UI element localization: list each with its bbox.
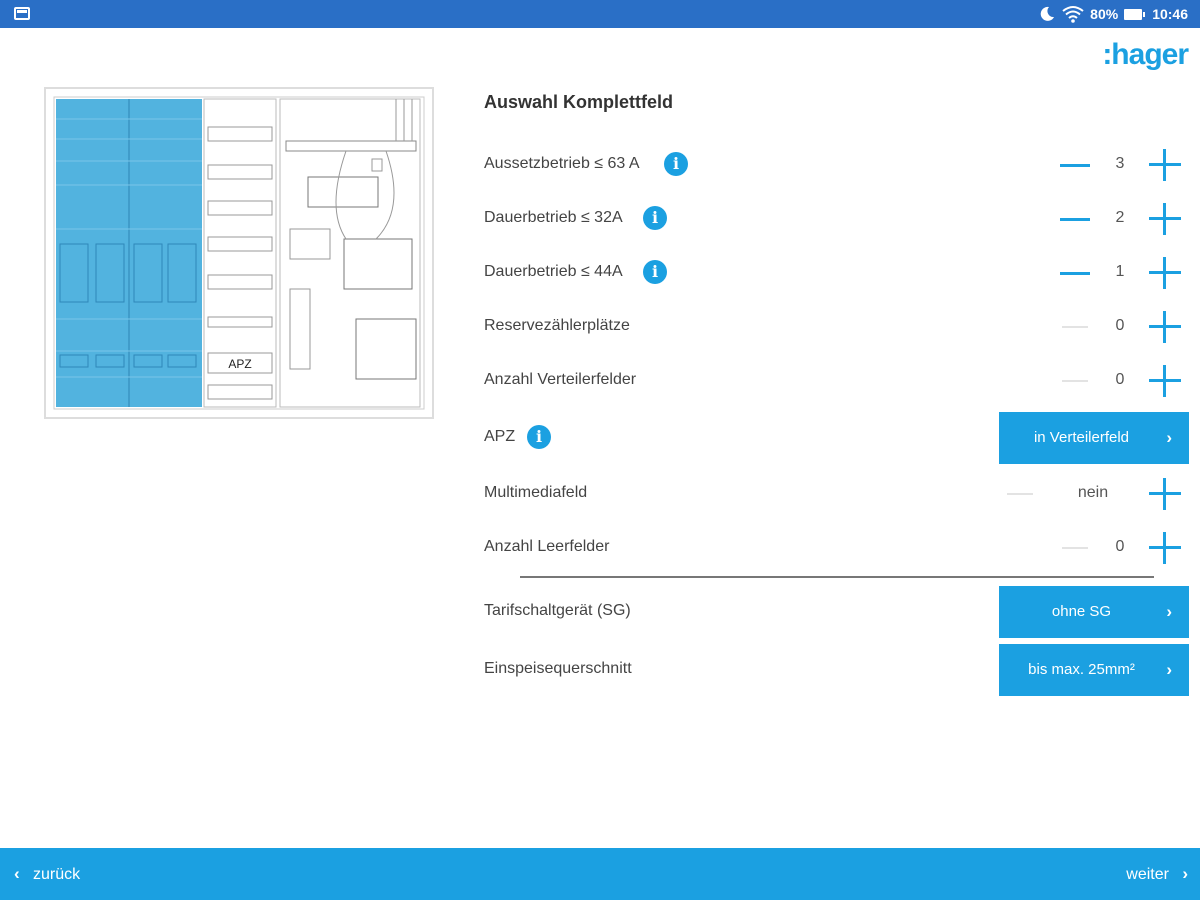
option-label: Einspeisequerschnitt <box>484 660 632 677</box>
apz-label: APZ <box>228 357 251 371</box>
option-label: Anzahl Leerfelder <box>484 538 610 555</box>
decrement-button[interactable] <box>1062 547 1088 549</box>
decrement-button[interactable] <box>1062 380 1088 382</box>
info-icon[interactable]: i <box>664 152 688 176</box>
option-einspeisequerschnitt: Einspeisequerschnitt bis max. 25mm² › <box>484 644 1189 696</box>
option-label: Dauerbetrieb ≤ 44A <box>484 263 623 280</box>
option-value: 0 <box>1115 538 1125 555</box>
option-label: Tarifschaltgerät (SG) <box>484 602 631 619</box>
chevron-right-icon: › <box>1166 660 1172 679</box>
select-value: bis max. 25mm² <box>1028 661 1135 678</box>
moon-icon <box>1040 6 1055 21</box>
einspeisequerschnitt-select-button[interactable]: bis max. 25mm² › <box>999 644 1189 696</box>
option-label: Aussetzbetrieb ≤ 63 A <box>484 155 640 172</box>
section-divider <box>520 576 1154 578</box>
cabinet-diagram-drawing: APZ <box>53 96 425 410</box>
option-label: Dauerbetrieb ≤ 32A <box>484 209 623 226</box>
increment-button[interactable] <box>1149 149 1181 181</box>
option-label: Reservezählerplätze <box>484 317 630 334</box>
app-icon <box>14 7 30 20</box>
select-value: ohne SG <box>1051 603 1112 620</box>
option-reservezaehlerplaetze: Reservezählerplätze 0 <box>484 307 1184 347</box>
cabinet-diagram: APZ <box>44 87 434 419</box>
option-label: Multimediafeld <box>484 484 588 501</box>
chevron-left-icon: ‹ <box>14 864 20 883</box>
hager-logo: :hager <box>1102 38 1189 71</box>
chevron-right-icon: › <box>1166 602 1172 621</box>
bottom-navigation: ‹ zurück weiter › <box>0 848 1200 900</box>
option-value: 0 <box>1115 371 1125 388</box>
battery-percent: 80% <box>1090 6 1119 22</box>
decrement-button[interactable] <box>1007 493 1033 495</box>
option-aussetzbetrieb-63a: Aussetzbetrieb ≤ 63 A i 3 <box>484 145 1184 185</box>
decrement-button[interactable] <box>1060 164 1090 167</box>
increment-button[interactable] <box>1149 532 1181 564</box>
next-label: weiter <box>1126 866 1169 883</box>
increment-button[interactable] <box>1149 311 1181 343</box>
option-label: Anzahl Verteilerfelder <box>484 371 637 388</box>
option-label: APZ <box>484 428 516 445</box>
option-value: 2 <box>1115 209 1125 226</box>
apz-select-button[interactable]: in Verteilerfeld › <box>999 412 1189 464</box>
next-button[interactable]: weiter › <box>1126 864 1188 884</box>
chevron-right-icon: › <box>1182 864 1188 883</box>
option-value: 0 <box>1115 317 1125 334</box>
option-value: 3 <box>1115 155 1125 172</box>
option-anzahl-leerfelder: Anzahl Leerfelder 0 <box>484 528 1184 568</box>
option-value: nein <box>1077 484 1109 501</box>
select-value: in Verteilerfeld <box>1033 429 1130 446</box>
status-indicators: 80% 10:46 <box>1038 0 1188 28</box>
clock: 10:46 <box>1152 6 1188 22</box>
option-tarifschaltgeraet: Tarifschaltgerät (SG) ohne SG › <box>484 586 1189 638</box>
status-bar: 80% 10:46 <box>0 0 1200 28</box>
decrement-button[interactable] <box>1060 272 1090 275</box>
back-button[interactable]: ‹ zurück <box>14 864 80 884</box>
battery-icon <box>1124 8 1146 20</box>
option-value: 1 <box>1115 263 1125 280</box>
info-icon[interactable]: i <box>643 206 667 230</box>
increment-button[interactable] <box>1149 257 1181 289</box>
increment-button[interactable] <box>1149 203 1181 235</box>
section-title: Auswahl Komplettfeld <box>484 92 674 112</box>
chevron-right-icon: › <box>1166 428 1172 447</box>
option-apz: APZ i in Verteilerfeld › <box>484 412 1189 464</box>
tarifschaltgeraet-select-button[interactable]: ohne SG › <box>999 586 1189 638</box>
info-icon[interactable]: i <box>527 425 551 449</box>
option-multimediafeld: Multimediafeld nein <box>484 474 1184 514</box>
option-anzahl-verteilerfelder: Anzahl Verteilerfelder 0 <box>484 361 1184 401</box>
option-dauerbetrieb-44a: Dauerbetrieb ≤ 44A i 1 <box>484 253 1184 293</box>
increment-button[interactable] <box>1149 478 1181 510</box>
back-label: zurück <box>33 866 81 883</box>
decrement-button[interactable] <box>1060 218 1090 221</box>
option-dauerbetrieb-32a: Dauerbetrieb ≤ 32A i 2 <box>484 199 1184 239</box>
info-icon[interactable]: i <box>643 260 667 284</box>
decrement-button[interactable] <box>1062 326 1088 328</box>
increment-button[interactable] <box>1149 365 1181 397</box>
wifi-icon <box>1062 6 1084 23</box>
